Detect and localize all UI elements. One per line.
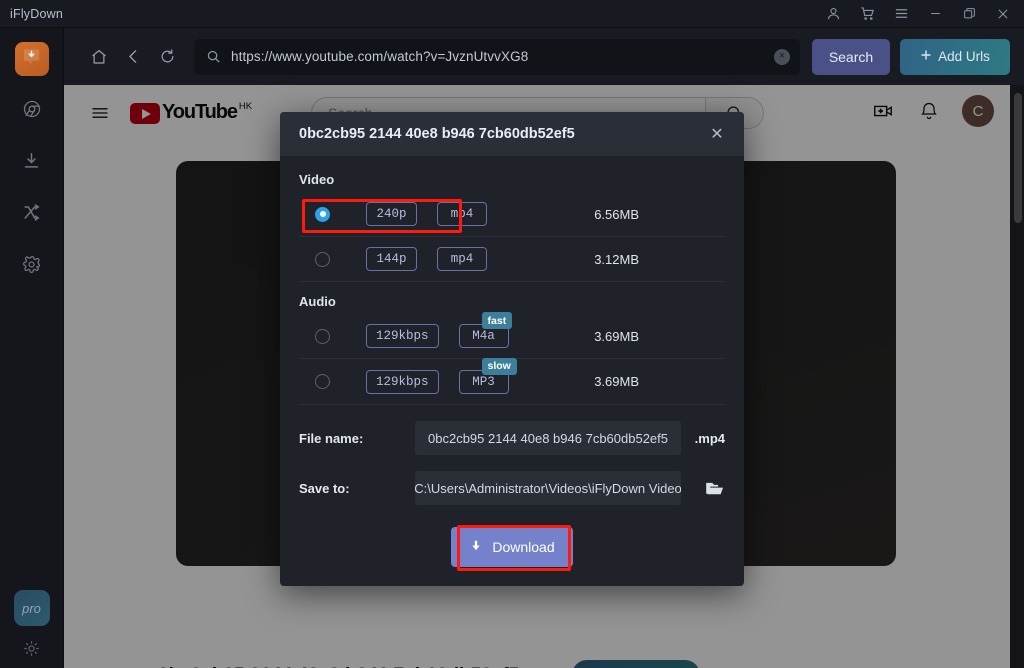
close-icon[interactable] <box>986 0 1020 28</box>
add-urls-button[interactable]: Add Urls <box>900 38 1010 75</box>
home-button[interactable] <box>82 40 116 74</box>
search-button[interactable]: Search <box>812 38 890 75</box>
audio-format-tag-1: MP3 slow <box>458 357 517 394</box>
video-quality-tag-0: 240p <box>366 202 417 226</box>
download-arrow-icon <box>469 539 483 556</box>
table-row[interactable]: 129kbps MP3 slow 3.69MB <box>299 357 725 404</box>
restore-icon[interactable] <box>952 0 986 28</box>
left-sidebar: pro <box>0 28 64 668</box>
dialog-title: 0bc2cb95 2144 40e8 b946 7cb60db52ef5 <box>299 126 575 142</box>
pro-label: pro <box>22 600 41 616</box>
settings-gear-icon <box>22 255 41 279</box>
application-window: iFlyDown pro https://www.youtube.com/wat… <box>0 0 1024 668</box>
sidebar-item-downloader[interactable] <box>14 42 49 76</box>
fields-divider <box>299 404 725 405</box>
minimize-icon[interactable] <box>918 0 952 28</box>
browser-toolbar: https://www.youtube.com/watch?v=JvznUtvv… <box>64 28 1024 668</box>
download-button[interactable]: Download <box>451 527 573 567</box>
speed-badge-fast: fast <box>481 312 513 329</box>
close-icon[interactable]: ✕ <box>704 121 730 147</box>
back-button[interactable] <box>116 40 150 74</box>
file-name-row: File name: 0bc2cb95 2144 40e8 b946 7cb60… <box>299 421 725 455</box>
audio-quality-tag-1: 129kbps <box>366 369 439 394</box>
scrollbar-thumb[interactable] <box>1014 93 1022 223</box>
video-format-tag-0: mp4 <box>437 202 487 226</box>
download-label: Download <box>492 539 555 555</box>
folder-icon[interactable] <box>681 478 725 499</box>
dialog-footer: Download <box>299 527 725 567</box>
theme-toggle-button[interactable] <box>23 640 40 662</box>
video-option-radio-0[interactable] <box>315 206 330 222</box>
save-to-label: Save to: <box>299 480 350 496</box>
convert-icon <box>22 203 41 227</box>
video-size-1: 3.12MB <box>594 251 639 267</box>
file-name-input[interactable]: 0bc2cb95 2144 40e8 b946 7cb60db52ef5 <box>415 421 681 455</box>
file-extension-label: .mp4 <box>694 430 725 446</box>
search-icon <box>206 49 221 64</box>
table-row[interactable]: 144p mp4 3.12MB <box>299 237 725 282</box>
file-name-label: File name: <box>299 430 364 446</box>
app-title: iFlyDown <box>10 6 63 21</box>
title-bar: iFlyDown <box>0 0 1024 28</box>
url-bar[interactable]: https://www.youtube.com/watch?v=JvznUtvv… <box>194 38 800 75</box>
audio-option-radio-1[interactable] <box>315 374 330 389</box>
menu-icon[interactable] <box>884 0 918 28</box>
audio-format-label-1: MP3 <box>472 374 495 389</box>
browser-icon <box>22 99 42 124</box>
clear-url-icon[interactable]: × <box>774 48 790 65</box>
download-dialog: 0bc2cb95 2144 40e8 b946 7cb60db52ef5 ✕ V… <box>280 112 744 586</box>
pro-upgrade-button[interactable]: pro <box>13 590 50 626</box>
page-scrollbar[interactable] <box>1010 85 1024 668</box>
audio-size-0: 3.69MB <box>594 328 639 344</box>
plus-icon <box>920 49 932 64</box>
titlebar-controls <box>816 0 1024 28</box>
reload-button[interactable] <box>150 40 184 74</box>
video-size-0: 6.56MB <box>594 206 639 222</box>
audio-format-label-0: M4a <box>472 329 495 343</box>
audio-option-radio-0[interactable] <box>315 328 330 344</box>
dialog-body: Video 240p mp4 6.56MB 144p mp4 3.12MB Au… <box>280 156 744 567</box>
table-row[interactable]: 129kbps M4a fast 3.69MB <box>299 312 725 359</box>
video-option-radio-1[interactable] <box>315 251 330 267</box>
sidebar-item-browser[interactable] <box>15 94 49 128</box>
audio-format-tag-0: M4a fast <box>458 312 513 348</box>
video-format-tag-1: mp4 <box>437 247 487 271</box>
downloader-app-icon <box>22 47 41 71</box>
url-input[interactable]: https://www.youtube.com/watch?v=JvznUtvv… <box>231 49 774 64</box>
audio-size-1: 3.69MB <box>594 374 639 389</box>
download-icon <box>22 151 41 175</box>
video-section-label: Video <box>299 172 335 187</box>
sidebar-item-convert[interactable] <box>15 198 49 232</box>
dialog-header: 0bc2cb95 2144 40e8 b946 7cb60db52ef5 ✕ <box>280 112 744 156</box>
audio-section-label: Audio <box>299 294 336 309</box>
cart-icon[interactable] <box>850 0 884 28</box>
video-quality-tag-1: 144p <box>366 247 417 271</box>
save-to-row: Save to: C:\Users\Administrator\Videos\i… <box>299 471 725 505</box>
account-icon[interactable] <box>816 0 850 28</box>
save-to-input[interactable]: C:\Users\Administrator\Videos\iFlyDown V… <box>415 471 681 505</box>
speed-badge-slow: slow <box>481 357 517 375</box>
table-row[interactable]: 240p mp4 6.56MB <box>299 192 725 237</box>
sidebar-item-settings[interactable] <box>15 250 49 284</box>
add-urls-label: Add Urls <box>938 49 990 64</box>
audio-quality-tag-0: 129kbps <box>366 324 439 348</box>
sidebar-item-downloads[interactable] <box>15 146 49 180</box>
